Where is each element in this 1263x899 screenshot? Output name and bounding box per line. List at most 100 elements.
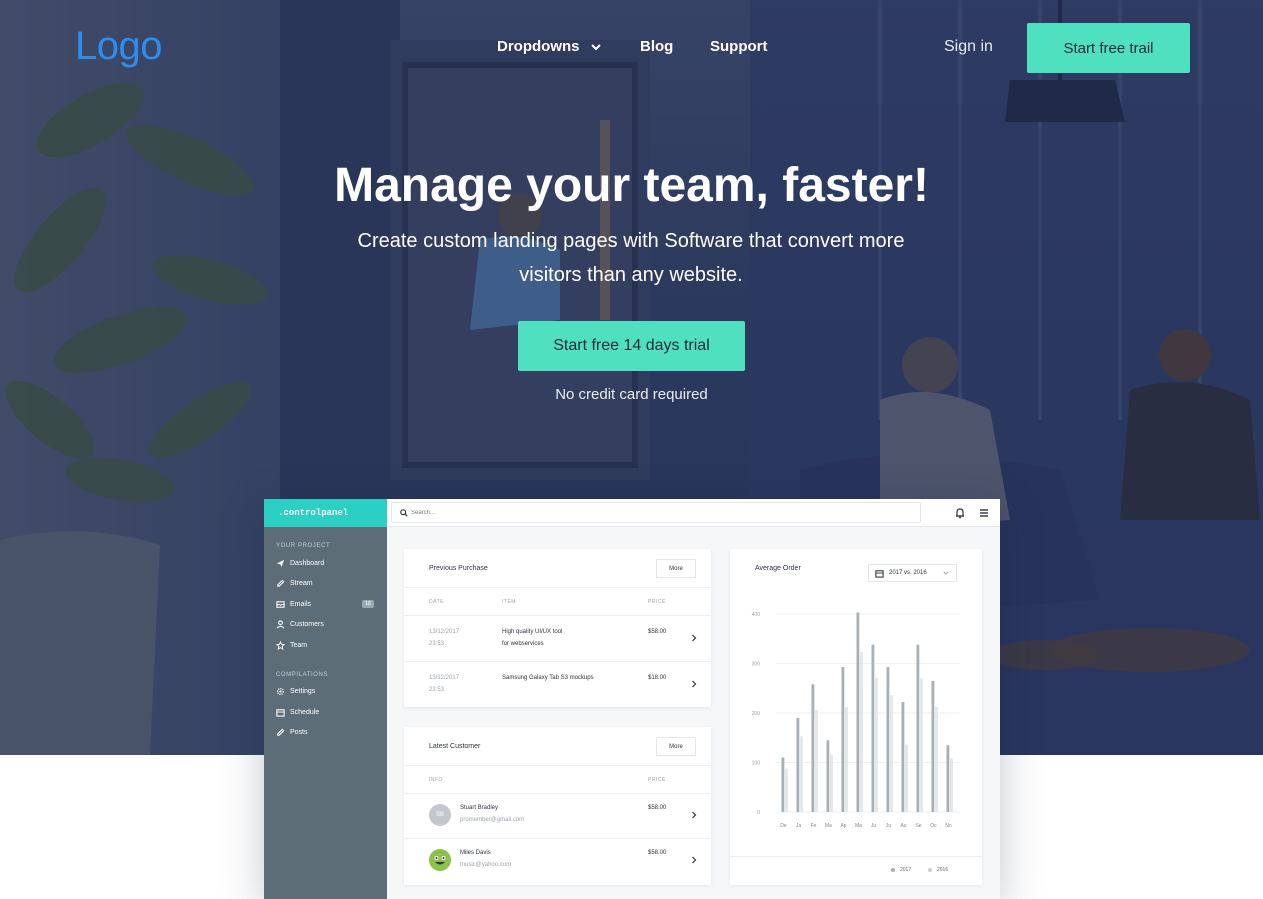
logo[interactable]: Logo xyxy=(75,24,162,69)
chevron-right-icon xyxy=(692,634,697,642)
bar-2016[interactable] xyxy=(935,707,938,812)
sidebar-item-posts[interactable]: Posts xyxy=(264,723,387,744)
bar-2017[interactable] xyxy=(796,717,800,812)
start-free-trial-button[interactable]: Start free trail xyxy=(1027,23,1190,73)
column-header: PRICE xyxy=(648,777,666,783)
table-row[interactable]: 13/12/2017 23:53 Samsung Galaxy Tab S3 m… xyxy=(404,661,711,707)
nav-dropdowns[interactable]: Dropdowns xyxy=(497,38,640,55)
bar-2017[interactable] xyxy=(826,740,830,812)
users-icon xyxy=(276,620,285,629)
legend-item: 2016 xyxy=(928,867,948,873)
x-tick-label: Fe xyxy=(811,823,817,829)
average-order-card: Average Order 2017 vs. 2016 0 100 200 300 40… xyxy=(730,549,982,885)
card-title: Previous Purchase xyxy=(429,565,488,572)
bar-2017[interactable] xyxy=(916,644,920,812)
search-box[interactable] xyxy=(391,502,921,523)
bar-2016[interactable] xyxy=(785,768,788,812)
bar-2016[interactable] xyxy=(830,754,833,812)
chevron-down-icon xyxy=(590,43,601,50)
x-tick-label: No xyxy=(945,823,952,829)
sidebar-item-customers[interactable]: Customers xyxy=(264,615,387,636)
sidebar-item-label: Emails xyxy=(290,600,312,608)
bar-2016[interactable] xyxy=(950,758,953,812)
row-price: $58.00 xyxy=(648,629,667,635)
start-14-day-trial-button[interactable]: Start free 14 days trial xyxy=(518,321,745,371)
bar-2016[interactable] xyxy=(815,710,818,812)
hero-subtitle: Create custom landing pages with Softwar… xyxy=(357,230,905,286)
customer-row[interactable]: Miles Davis music@yahoo.com $58.00 xyxy=(404,838,711,883)
bar-2017[interactable] xyxy=(946,745,950,812)
customer-name: Miles Davis xyxy=(460,850,491,856)
more-button[interactable]: More xyxy=(656,737,696,756)
nav-blog[interactable]: Blog xyxy=(640,38,710,55)
sidebar-item-label: Team xyxy=(290,641,308,649)
row-time: 23:53 xyxy=(429,687,445,693)
bar-2017[interactable] xyxy=(931,680,935,812)
bar-2017[interactable] xyxy=(901,702,905,812)
x-tick-label: Oc xyxy=(930,823,937,829)
bar-2017[interactable] xyxy=(841,666,845,812)
average-order-chart: 0 100 200 300 400 De Ja Fe Ma Ap Ma Ju Ju Au Se Oc No xyxy=(752,612,960,829)
x-tick-label: Ma xyxy=(825,823,832,829)
sidebar-item-label: Schedule xyxy=(290,708,320,716)
customer-row[interactable]: SB Stuart Bradley promember@gmail.com $5… xyxy=(404,793,711,838)
row-item: Samsung Galaxy Tab S3 mockups xyxy=(502,675,594,681)
chevron-right-icon xyxy=(692,680,697,688)
sidebar-item-label: Stream xyxy=(290,580,313,588)
sidebar-item-schedule[interactable]: Schedule xyxy=(264,702,387,723)
pencil-icon xyxy=(277,579,285,587)
bar-2017[interactable] xyxy=(871,644,875,812)
row-price: $58.00 xyxy=(648,805,667,811)
y-tick-label: 400 xyxy=(752,612,761,618)
nav-support[interactable]: Support xyxy=(710,38,768,55)
x-tick-label: Ma xyxy=(855,823,862,829)
chevron-right-icon xyxy=(692,811,697,819)
hero-title: Manage your team, faster! xyxy=(334,159,929,212)
bar-2016[interactable] xyxy=(860,652,863,812)
legend-label: 2017 xyxy=(900,867,912,873)
hamburger-menu-icon[interactable] xyxy=(978,507,990,519)
bar-2016[interactable] xyxy=(890,695,893,812)
sidebar-item-label: Posts xyxy=(290,729,308,737)
divider xyxy=(730,856,982,857)
bell-icon[interactable] xyxy=(954,507,966,519)
bar-2017[interactable] xyxy=(856,612,860,812)
dashboard-brand[interactable]: .controlpanel xyxy=(264,499,387,527)
gear-icon xyxy=(276,688,285,696)
sidebar-item-team[interactable]: Team xyxy=(264,635,387,656)
sidebar-item-label: Customers xyxy=(290,621,324,629)
x-tick-label: Ja xyxy=(796,823,802,829)
sidebar-item-stream[interactable]: Stream xyxy=(264,574,387,595)
sidebar-item-label: Settings xyxy=(290,688,316,696)
row-item: High quality UI/UX tool xyxy=(502,629,563,635)
row-date: 13/12/2017 xyxy=(429,675,460,681)
sidebar-item-settings[interactable]: Settings xyxy=(264,682,387,703)
bar-2016[interactable] xyxy=(875,677,878,812)
sign-in-link[interactable]: Sign in xyxy=(944,38,993,56)
more-button[interactable]: More xyxy=(656,559,696,578)
y-tick-label: 300 xyxy=(752,662,761,668)
bar-2016[interactable] xyxy=(905,744,908,812)
bar-2017[interactable] xyxy=(811,684,815,812)
dashboard-topbar xyxy=(387,499,1000,527)
card-title: Latest Customer xyxy=(429,743,481,750)
emails-count-badge: 18 xyxy=(362,600,374,608)
bar-2016[interactable] xyxy=(920,678,923,812)
no-credit-card-note: No credit card required xyxy=(555,386,708,403)
sidebar-item-dashboard[interactable]: Dashboard xyxy=(264,553,387,574)
nav-dropdowns-label: Dropdowns xyxy=(497,38,580,55)
sidebar-item-emails[interactable]: Emails 18 xyxy=(264,594,387,615)
previous-purchase-card: Previous Purchase More DATE ITEM PRICE 1… xyxy=(404,549,711,707)
search-input[interactable] xyxy=(411,509,891,516)
search-icon xyxy=(400,508,408,517)
x-tick-label: Se xyxy=(915,823,921,829)
main-nav: Dropdowns Blog Support xyxy=(497,38,768,55)
legend-label: 2016 xyxy=(937,867,949,873)
x-tick-label: Ju xyxy=(871,823,877,829)
bar-2017[interactable] xyxy=(886,666,890,812)
bar-2017[interactable] xyxy=(781,757,785,812)
bar-2016[interactable] xyxy=(845,707,848,812)
bar-2016[interactable] xyxy=(800,736,803,812)
paper-plane-icon xyxy=(276,559,285,567)
table-row[interactable]: 13/12/2017 23:53 High quality UI/UX tool… xyxy=(404,615,711,661)
